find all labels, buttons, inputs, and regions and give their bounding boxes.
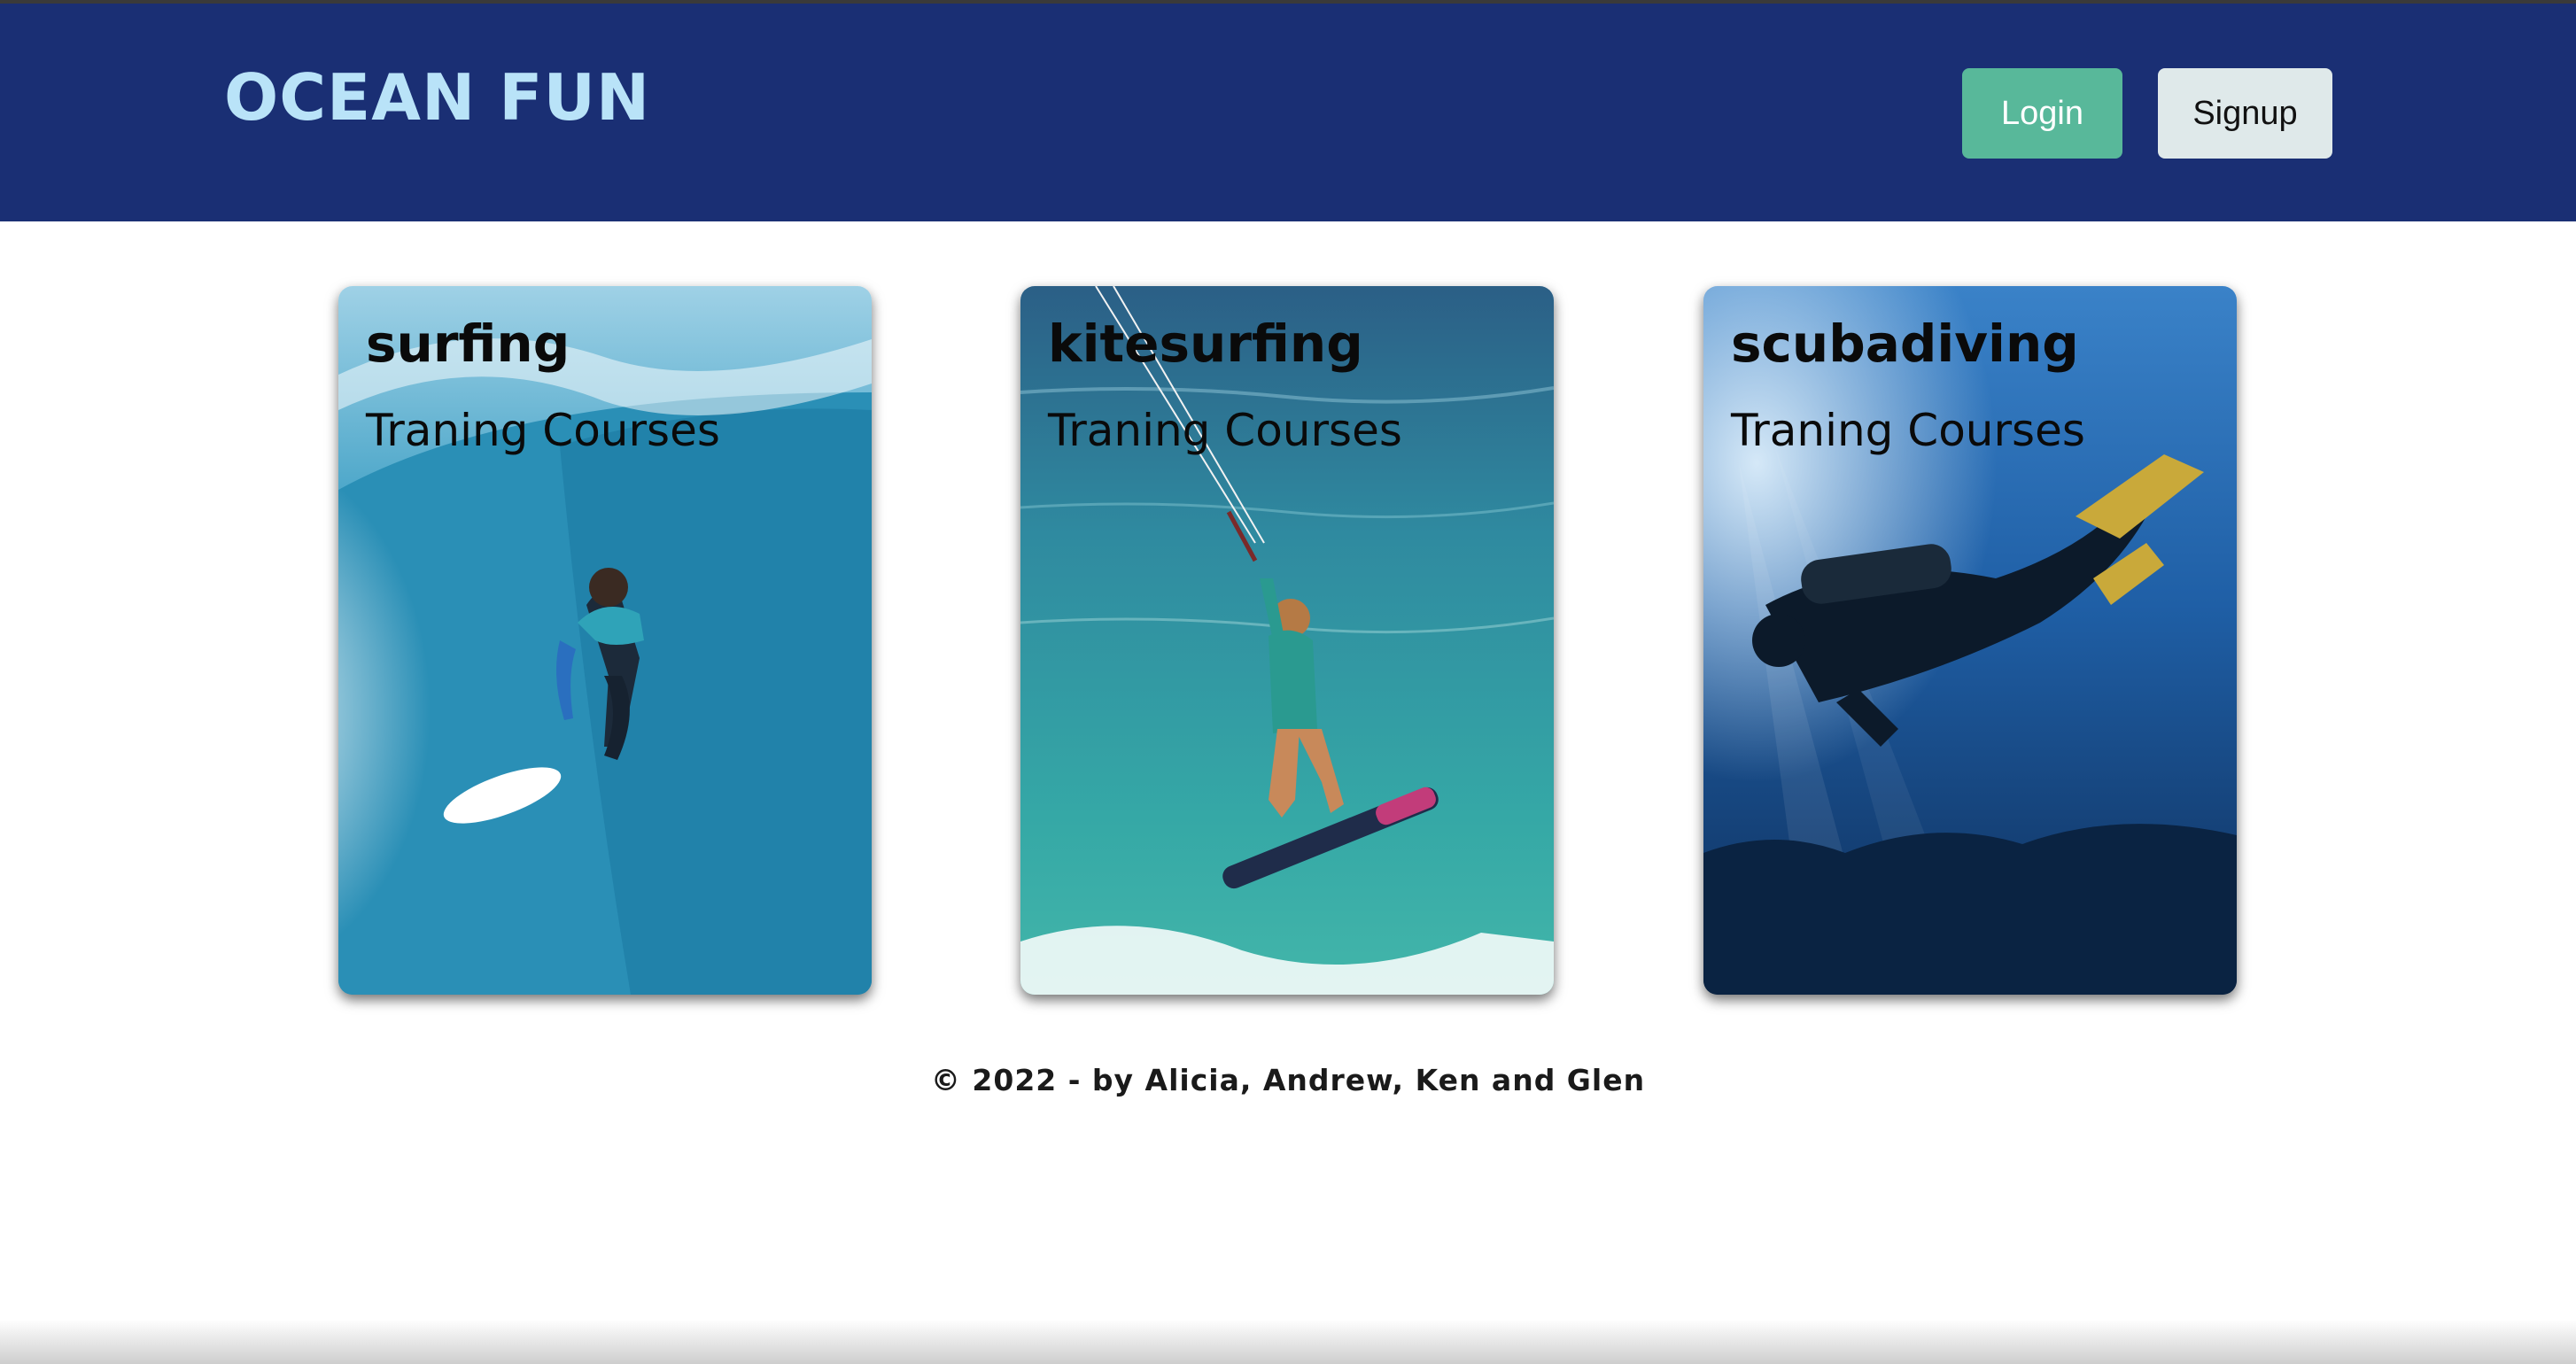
card-subtitle: Traning Courses [1048, 405, 1402, 456]
brand-logo[interactable]: OCEAN FUN [224, 66, 650, 129]
card-subtitle: Traning Courses [366, 405, 720, 456]
card-title: surfing [366, 314, 570, 374]
login-button[interactable]: Login [1962, 68, 2122, 159]
navbar: OCEAN FUN Login Signup [0, 4, 2576, 221]
card-kitesurfing[interactable]: kitesurfing Traning Courses [1020, 286, 1554, 995]
signup-button[interactable]: Signup [2158, 68, 2332, 159]
card-surfing[interactable]: surfing Traning Courses [338, 286, 872, 995]
card-title: kitesurfing [1048, 314, 1363, 374]
kitesurfer-image [1020, 286, 1554, 995]
surfer-image [338, 286, 872, 995]
card-scubadiving[interactable]: scubadiving Traning Courses [1703, 286, 2237, 995]
scuba-diver-image [1703, 286, 2237, 995]
card-title: scubadiving [1731, 314, 2079, 374]
card-subtitle: Traning Courses [1731, 405, 2085, 456]
window-bottom-shadow [0, 1320, 2576, 1364]
footer-copyright: © 2022 - by Alicia, Andrew, Ken and Glen [930, 1063, 1646, 1097]
